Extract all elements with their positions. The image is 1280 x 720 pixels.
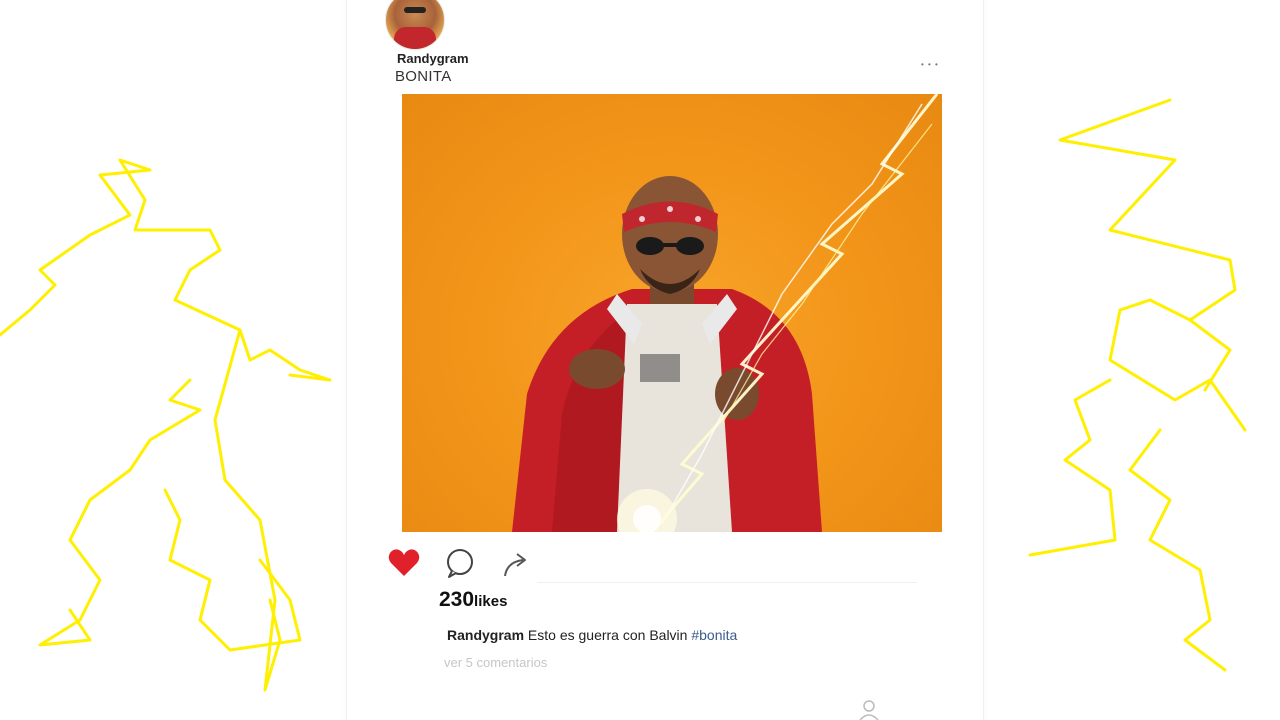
avatar-glasses (404, 7, 426, 13)
avatar-shirt (394, 27, 436, 49)
avatar[interactable] (385, 0, 445, 50)
likes-label: likes (474, 593, 508, 610)
likes-count: 230 (439, 588, 475, 611)
post-location[interactable]: BONITA (395, 68, 452, 85)
likes-counter[interactable]: 230likes (439, 588, 507, 612)
view-comments-link[interactable]: ver 5 comentarios (444, 655, 547, 670)
share-icon[interactable] (499, 546, 533, 580)
video-frame: Randygram BONITA • • • 230likes Randygra… (0, 0, 1280, 720)
more-options-icon[interactable]: • • • (921, 60, 939, 69)
caption-hashtag[interactable]: #bonita (691, 627, 737, 643)
post-username[interactable]: Randygram (397, 51, 469, 66)
post-actions (387, 546, 587, 580)
heart-icon[interactable] (387, 546, 421, 580)
profile-icon[interactable] (857, 698, 881, 720)
post-caption: Randygram Esto es guerra con Balvin #bon… (447, 627, 737, 643)
caption-text: Esto es guerra con Balvin (527, 627, 688, 643)
comment-icon[interactable] (443, 546, 477, 580)
caption-username[interactable]: Randygram (447, 627, 524, 643)
post-photo[interactable] (402, 94, 942, 532)
divider (537, 582, 917, 583)
performer-photo-illustration (512, 94, 939, 532)
instagram-post-card: Randygram BONITA • • • 230likes Randygra… (346, 0, 984, 720)
